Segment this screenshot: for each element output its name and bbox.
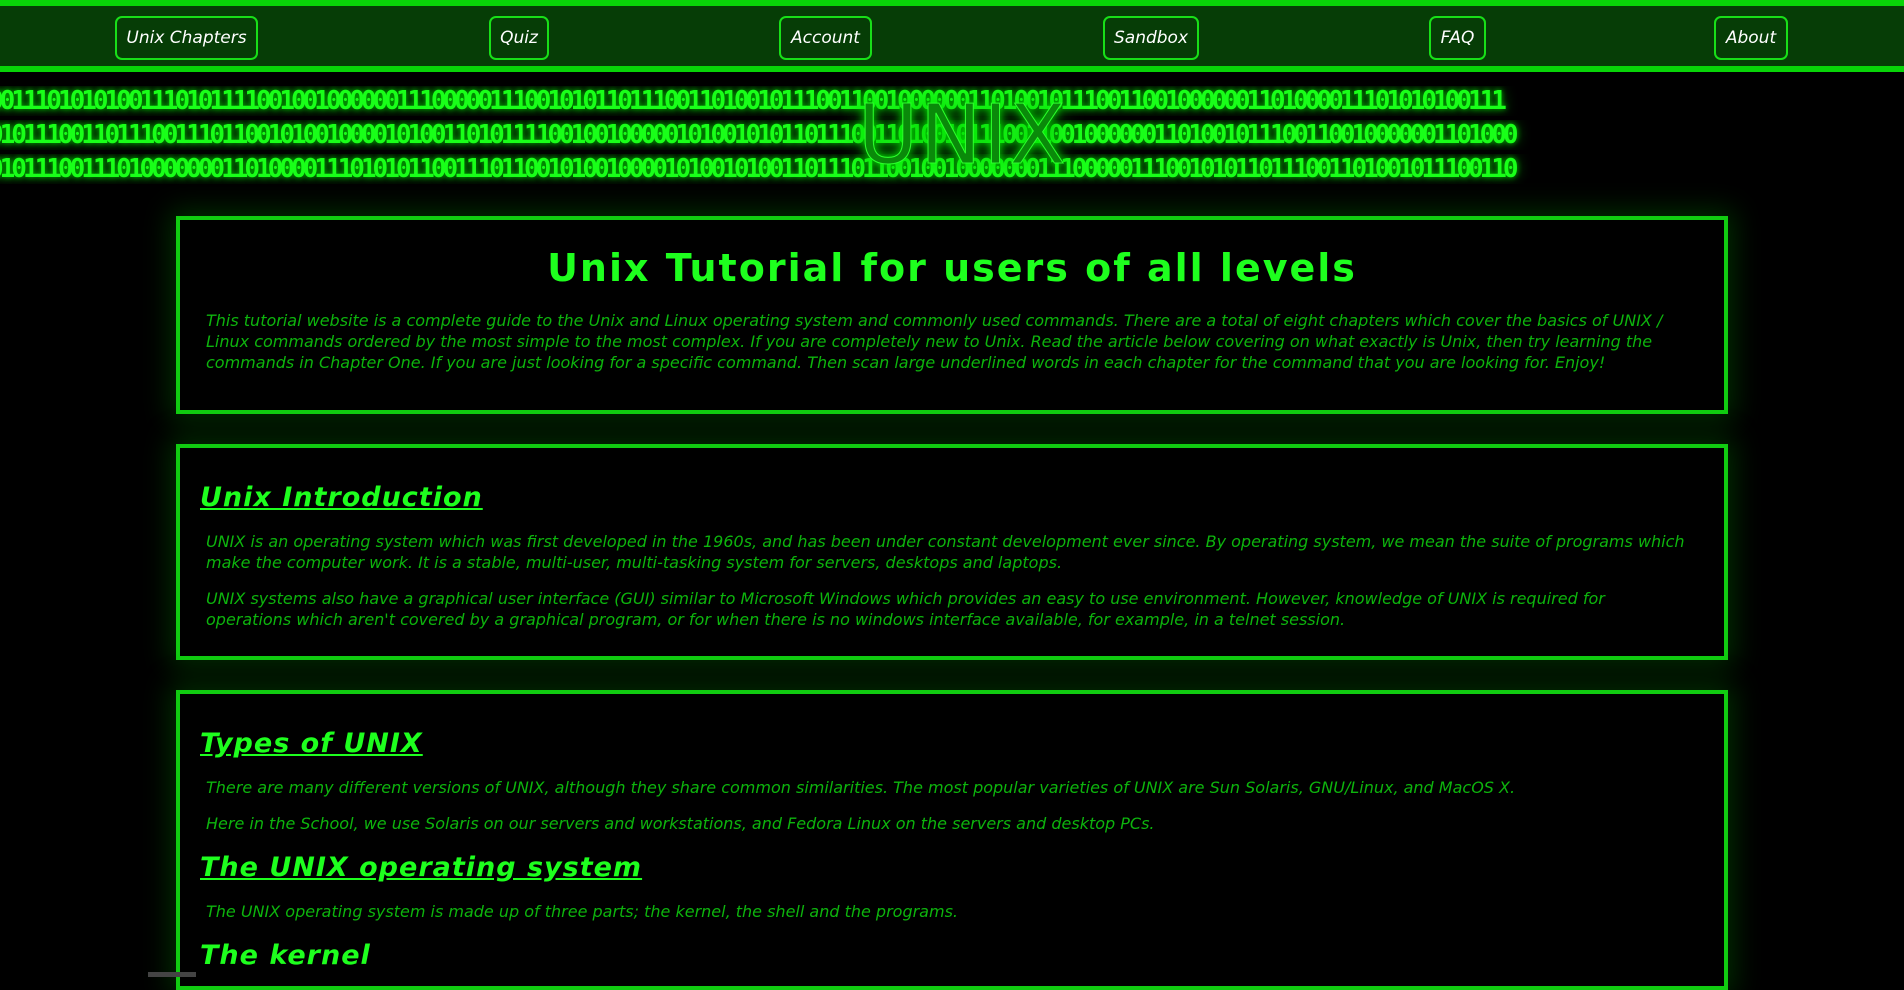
- unix-introduction-paragraph-1: UNIX is an operating system which was fi…: [206, 532, 1685, 572]
- nav-unix-chapters-button[interactable]: Unix Chapters: [115, 16, 258, 60]
- types-of-unix-paragraph-2: Here in the School, we use Solaris on ou…: [206, 814, 1155, 833]
- intro-text: This tutorial website is a complete guid…: [206, 311, 1663, 372]
- unix-introduction-heading: Unix Introduction: [200, 482, 483, 513]
- nav-about-button[interactable]: About: [1714, 16, 1788, 60]
- page-title: Unix Tutorial for users of all levels: [547, 246, 1357, 290]
- unix-introduction-paragraph-2: UNIX systems also have a graphical user …: [206, 589, 1605, 629]
- intro-panel: Unix Tutorial for users of all levels Th…: [176, 216, 1728, 414]
- nav-quiz-button[interactable]: Quiz: [489, 16, 549, 60]
- unix-operating-system-paragraph: The UNIX operating system is made up of …: [206, 902, 958, 921]
- nav-account-button[interactable]: Account: [779, 16, 872, 60]
- unix-introduction-panel: Unix Introduction UNIX is an operating s…: [176, 444, 1728, 660]
- top-nav-bar: Unix Chapters Quiz Account Sandbox FAQ A…: [0, 0, 1904, 72]
- types-of-unix-panel: Types of UNIX There are many different v…: [176, 690, 1728, 990]
- nav-sandbox-button[interactable]: Sandbox: [1103, 16, 1199, 60]
- horizontal-scrollbar-thumb[interactable]: [148, 972, 196, 977]
- nav-faq-button[interactable]: FAQ: [1429, 16, 1486, 60]
- types-of-unix-heading: Types of UNIX: [200, 728, 423, 759]
- unix-operating-system-heading: The UNIX operating system: [200, 852, 643, 883]
- kernel-heading: The kernel: [200, 940, 371, 971]
- types-of-unix-paragraph-1: There are many different versions of UNI…: [206, 778, 1516, 797]
- unix-logo: UNIX: [858, 88, 1068, 184]
